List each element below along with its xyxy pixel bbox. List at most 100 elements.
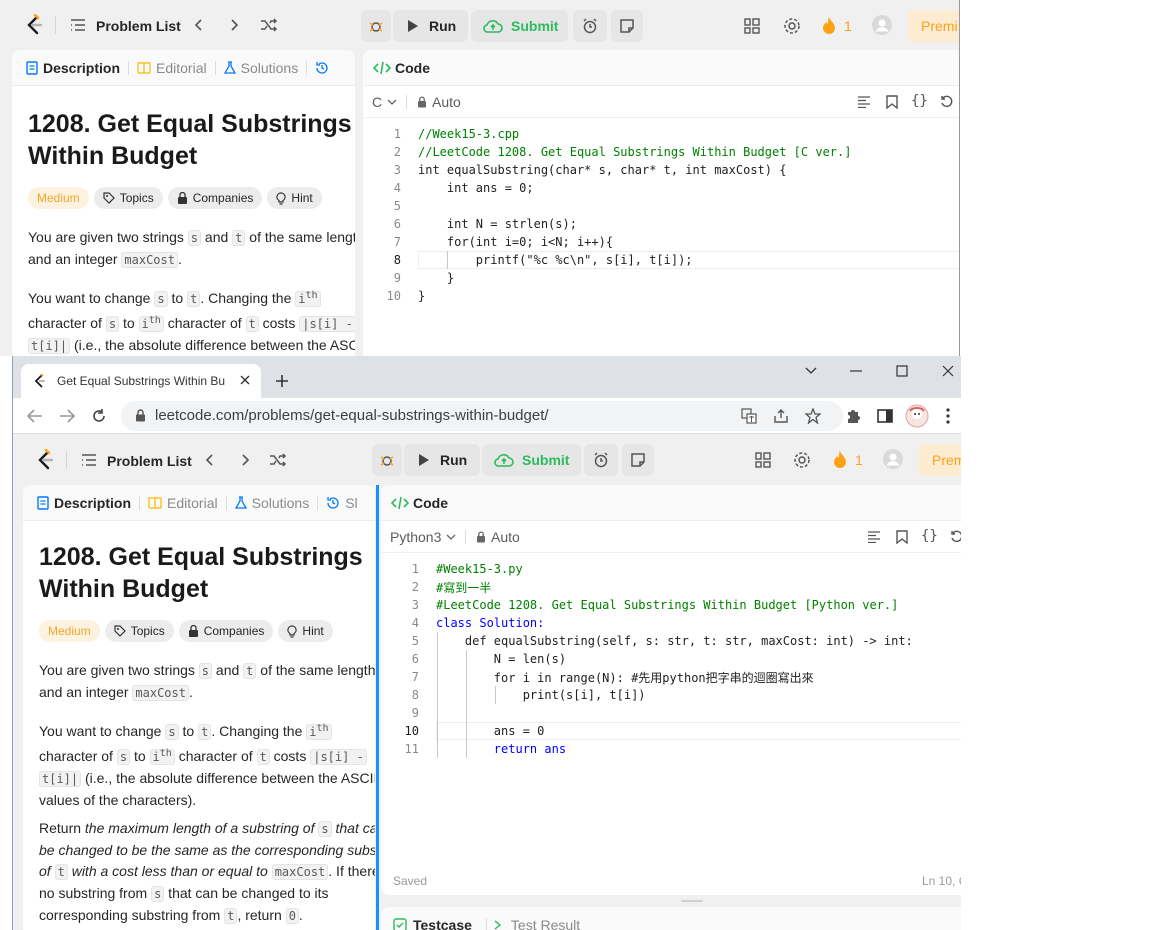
indent-guide <box>466 650 467 758</box>
submit-label: Submit <box>511 18 559 34</box>
vertical-resize-handle[interactable] <box>681 900 703 902</box>
tab-solutions[interactable]: Solutions <box>216 50 307 86</box>
tab-description[interactable]: Description <box>29 485 139 521</box>
back-arrow-icon[interactable] <box>27 409 43 423</box>
reset-icon[interactable] <box>950 530 961 544</box>
text: , return <box>237 907 286 923</box>
topics-tag[interactable]: Topics <box>93 187 163 209</box>
leetcode-logo-icon[interactable] <box>24 14 44 36</box>
format-icon[interactable] <box>867 531 881 543</box>
cursor-position: Ln 10, C <box>922 874 961 888</box>
tab-test-result[interactable]: Test Result <box>511 917 580 930</box>
text: costs <box>258 315 300 331</box>
gear-icon[interactable] <box>793 451 811 469</box>
gear-icon[interactable] <box>783 17 801 35</box>
translate-icon[interactable] <box>741 408 757 424</box>
browser-tab[interactable]: Get Equal Substrings Within Bu <box>21 364 261 398</box>
back-debug-button[interactable] <box>361 10 391 42</box>
code-editor[interactable]: 1 //Week15-3.cpp 2 //LeetCode 1208. Get Eq… <box>363 125 959 305</box>
front-alarm-button[interactable] <box>584 444 618 476</box>
back-alarm-button[interactable] <box>573 10 607 42</box>
format-icon[interactable] <box>857 96 871 108</box>
code-text: N = len(s) <box>436 652 567 666</box>
premium-button[interactable]: Premi <box>908 10 959 42</box>
reset-icon[interactable] <box>940 95 954 109</box>
shuffle-icon[interactable] <box>269 452 287 468</box>
tab-description[interactable]: Description <box>18 50 128 86</box>
close-window-icon[interactable] <box>942 365 954 377</box>
superscript: th <box>148 315 161 326</box>
chevron-right-icon[interactable] <box>239 453 251 467</box>
front-description-tabs: Description Editorial Solutions Sl <box>23 485 375 521</box>
extensions-icon[interactable] <box>845 408 861 424</box>
list-icon <box>70 18 86 32</box>
back-submit-button[interactable]: Submit <box>471 10 568 42</box>
layout-icon[interactable] <box>744 18 760 34</box>
code-editor[interactable]: 1 #Week15-3.py 2 #寫到一半 3 #LeetCode 1208. Ge… <box>381 560 961 758</box>
chevron-right-icon[interactable] <box>228 18 240 32</box>
avatar[interactable] <box>883 449 903 469</box>
new-tab-icon[interactable] <box>275 374 289 388</box>
language-select[interactable]: C <box>372 94 397 110</box>
hint-tag[interactable]: Hint <box>278 620 333 642</box>
profile-avatar[interactable] <box>905 404 929 428</box>
hint-tag[interactable]: Hint <box>267 187 322 209</box>
problem-list-link[interactable]: Problem List <box>107 453 192 469</box>
layout-icon[interactable] <box>755 452 771 468</box>
inline-code: |s[i] - <box>310 749 367 765</box>
chevron-left-icon[interactable] <box>204 453 216 467</box>
topics-tag[interactable]: Topics <box>104 620 174 642</box>
panel-resize-handle[interactable] <box>376 485 379 930</box>
line-number: 5 <box>411 634 419 648</box>
maximize-icon[interactable] <box>896 365 908 377</box>
bookmark-icon[interactable] <box>896 530 908 544</box>
back-note-button[interactable] <box>611 10 643 42</box>
tab-submissions[interactable]: Sl <box>318 485 365 521</box>
text: and an integer <box>39 684 133 700</box>
indent-guide <box>437 632 438 758</box>
language-select[interactable]: Python3 <box>390 529 456 545</box>
shuffle-icon[interactable] <box>260 17 278 33</box>
hint-label: Hint <box>291 191 313 205</box>
code-toolbar: C Auto {} <box>363 86 959 118</box>
front-debug-button[interactable] <box>372 444 402 476</box>
front-note-button[interactable] <box>622 444 654 476</box>
flame-icon[interactable] <box>832 450 848 469</box>
tab-editorial[interactable]: Editorial <box>140 485 226 521</box>
tab-submissions[interactable] <box>307 50 337 86</box>
title-line: 1208. Get Equal Substrings <box>28 110 352 138</box>
front-run-button[interactable]: Run <box>404 444 480 476</box>
auto-mode[interactable]: Auto <box>476 529 520 545</box>
tab-solutions[interactable]: Solutions <box>227 485 318 521</box>
note-icon <box>619 18 635 34</box>
companies-tag[interactable]: Companies <box>178 620 274 642</box>
companies-tag[interactable]: Companies <box>167 187 263 209</box>
minimize-icon[interactable] <box>850 370 862 372</box>
back-run-button[interactable]: Run <box>393 10 468 42</box>
forward-arrow-icon[interactable] <box>59 409 75 423</box>
front-submit-button[interactable]: Submit <box>482 444 581 476</box>
tab-label: Description <box>54 494 132 511</box>
tab-search-icon[interactable] <box>805 367 817 375</box>
tab-testcase[interactable]: Testcase <box>413 917 472 930</box>
play-icon <box>407 19 419 33</box>
flame-icon[interactable] <box>821 16 837 35</box>
menu-dots-icon[interactable] <box>946 408 950 424</box>
history-icon <box>315 61 329 75</box>
premium-button[interactable]: Prem <box>919 444 961 476</box>
avatar[interactable] <box>872 15 892 35</box>
tab-editorial[interactable]: Editorial <box>129 50 215 86</box>
close-tab-icon[interactable] <box>240 375 250 385</box>
share-icon[interactable] <box>773 408 789 424</box>
star-icon[interactable] <box>805 408 821 424</box>
address-bar[interactable]: leetcode.com/problems/get-equal-substrin… <box>121 401 843 431</box>
reload-icon[interactable] <box>91 408 107 424</box>
braces-icon[interactable]: {} <box>921 528 938 544</box>
problem-list-link[interactable]: Problem List <box>96 18 181 34</box>
bookmark-icon[interactable] <box>886 95 898 109</box>
chevron-left-icon[interactable] <box>193 18 205 32</box>
leetcode-logo-icon[interactable] <box>35 449 55 471</box>
side-panel-icon[interactable] <box>877 408 893 424</box>
braces-icon[interactable]: {} <box>911 93 928 109</box>
auto-mode[interactable]: Auto <box>417 94 461 110</box>
